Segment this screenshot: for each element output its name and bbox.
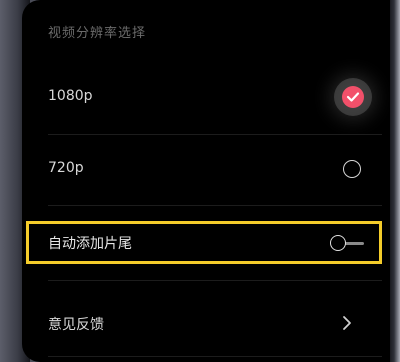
divider — [48, 205, 382, 206]
divider — [48, 356, 382, 357]
radio-unchecked-icon[interactable] — [343, 160, 361, 178]
feedback-row[interactable]: 意见反馈 — [22, 297, 390, 347]
toggle-track[interactable] — [344, 242, 364, 245]
option-720p[interactable]: 720p — [22, 143, 390, 198]
checkmark-icon — [346, 92, 360, 102]
option-1080p-label: 1080p — [48, 88, 93, 104]
option-1080p[interactable]: 1080p — [22, 72, 390, 132]
auto-end-credits-row[interactable]: 自动添加片尾 — [22, 224, 390, 262]
divider — [48, 134, 382, 135]
chevron-right-icon — [343, 316, 351, 330]
auto-end-credits-label: 自动添加片尾 — [48, 236, 132, 252]
option-720p-label: 720p — [48, 160, 84, 176]
radio-checked-icon[interactable] — [342, 86, 364, 108]
section-title-resolution: 视频分辨率选择 — [48, 26, 147, 41]
divider — [48, 280, 382, 281]
feedback-label: 意见反馈 — [48, 317, 104, 333]
settings-screen: 视频分辨率选择 1080p 720p 自动添加片尾 意见反馈 — [22, 0, 390, 362]
toggle-switch[interactable] — [330, 235, 346, 251]
